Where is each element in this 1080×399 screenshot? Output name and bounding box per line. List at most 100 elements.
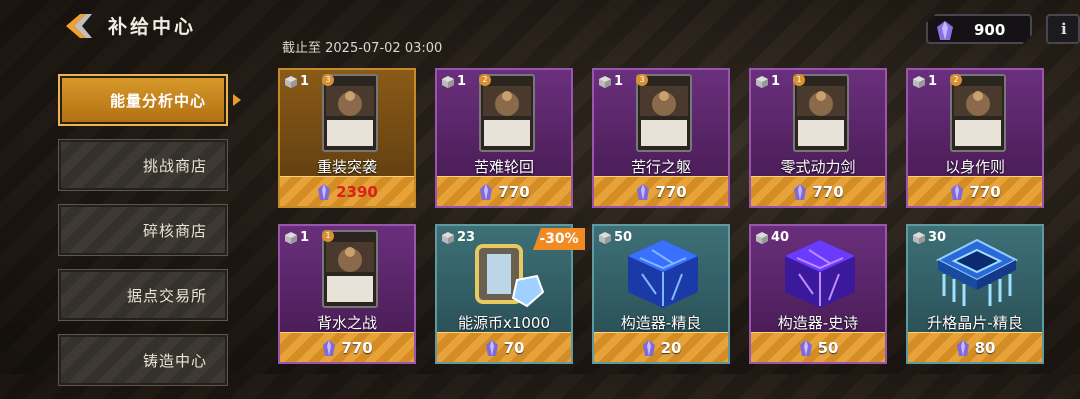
package-icon [756,75,768,88]
item-price: 20 [660,338,682,357]
shop-item-card[interactable]: 1 2 以身作则 770 [906,68,1044,208]
shop-grid: 1 3 重装突袭 2390 1 2 苦难轮回 770 1 3 苦行之躯 770 1 1 零式动力剑 770 1 2… [278,68,1048,374]
price-bar[interactable]: 770 [594,176,728,206]
item-name: 苦难轮回 [473,158,534,176]
constructor-cube-icon [628,240,698,308]
shop-item-card[interactable]: 50 构造器-精良 20 [592,224,730,364]
crystal-icon [956,339,969,356]
item-quantity: 1 [756,74,780,89]
top-bar: 补给中心 900 i [0,0,1080,50]
sidebar-item-challenge-shop[interactable]: 挑战商店 [58,139,228,191]
item-price: 70 [503,338,525,357]
currency-amount: 900 [974,21,1006,39]
shop-item-card[interactable]: 30 升格晶片-精良 80 [906,224,1044,364]
card-art: 2 [950,74,1006,152]
card-illustration-icon [483,86,531,116]
item-name: 构造器-精良 [620,314,702,332]
item-price: 80 [974,338,996,357]
sidebar-item-energy-analysis[interactable]: 能量分析中心 [58,74,228,126]
package-icon [442,75,454,88]
sidebar-item-label: 挑战商店 [142,156,207,175]
price-bar[interactable]: 80 [908,332,1042,362]
sidebar-item-exchange[interactable]: 据点交易所 [58,269,228,321]
package-icon [285,231,297,244]
sidebar-item-core-shop[interactable]: 碎核商店 [58,204,228,256]
item-price: 770 [812,182,844,201]
shop-item-card[interactable]: 1 2 苦难轮回 770 [435,68,573,208]
price-bar[interactable]: 70 [437,332,571,362]
crystal-icon [799,339,812,356]
shop-item-card[interactable]: 1 3 苦行之躯 770 [592,68,730,208]
card-art: 3 [636,74,692,152]
shop-item-card[interactable]: 1 1 背水之战 770 [278,224,416,364]
sidebar-item-label: 据点交易所 [126,286,207,305]
item-quantity: 1 [285,74,309,89]
sidebar-item-label: 碎核商店 [142,221,207,240]
card-art: 1 [793,74,849,152]
item-price: 770 [969,182,1001,201]
crystal-icon [323,339,336,356]
package-icon [756,231,768,244]
item-price: 2390 [336,182,378,201]
item-quantity: 1 [442,74,466,89]
shop-item-card[interactable]: 40 构造器-史诗 50 [749,224,887,364]
crystal-icon [637,183,650,200]
item-name: 重装突袭 [316,158,377,176]
item-price: 770 [655,182,687,201]
price-bar[interactable]: 20 [594,332,728,362]
item-name: 背水之战 [316,314,377,332]
sidebar-item-forge[interactable]: 铸造中心 [58,334,228,386]
crystal-icon [937,21,953,40]
item-name: 以身作则 [944,158,1005,176]
shop-item-card[interactable]: 1 1 零式动力剑 770 [749,68,887,208]
item-name: 能源币x1000 [457,314,551,332]
price-bar[interactable]: 770 [908,176,1042,206]
crystal-icon [485,339,498,356]
sidebar-item-label: 能量分析中心 [109,91,206,110]
card-illustration-icon [797,86,845,116]
active-indicator-arrow [233,94,241,106]
price-bar[interactable]: 770 [751,176,885,206]
item-price: 50 [817,338,839,357]
info-icon: i [1061,20,1067,38]
item-quantity: 1 [913,74,937,89]
crystal-icon [642,339,655,356]
page-title: 补给中心 [108,16,197,38]
package-icon [285,75,297,88]
package-icon [599,231,611,244]
item-quantity: 1 [599,74,623,89]
crystal-icon [480,183,493,200]
item-name: 升格晶片-精良 [927,314,1023,332]
crystal-icon [951,183,964,200]
item-price: 770 [498,182,530,201]
back-icon[interactable] [62,12,102,40]
sidebar-item-label: 铸造中心 [142,351,207,370]
card-illustration-icon [326,242,374,272]
card-art: 3 [322,74,378,152]
card-art: 1 [322,230,378,308]
currency-display[interactable]: 900 [926,14,1032,44]
package-icon [599,75,611,88]
card-illustration-icon [640,86,688,116]
price-bar[interactable]: 2390 [280,176,414,206]
item-name: 构造器-史诗 [777,314,859,332]
shop-item-card[interactable]: 1 3 重装突袭 2390 [278,68,416,208]
price-bar[interactable]: 770 [437,176,571,206]
card-illustration-icon [954,86,1002,116]
price-bar[interactable]: 50 [751,332,885,362]
upgrade-chip-icon [935,238,1019,306]
crystal-icon [318,183,331,200]
package-icon [913,75,925,88]
package-icon [913,231,925,244]
package-icon [442,231,454,244]
price-bar[interactable]: 770 [280,332,414,362]
constructor-cube-icon [785,240,855,308]
item-price: 770 [341,338,373,357]
card-art: 2 [479,74,535,152]
card-illustration-icon [326,86,374,116]
item-name: 苦行之躯 [630,158,691,176]
discount-badge: -30% [533,228,585,250]
crystal-icon [794,183,807,200]
deadline-text: 截止至 2025-07-02 03:00 [282,41,443,56]
info-button[interactable]: i [1046,14,1080,44]
